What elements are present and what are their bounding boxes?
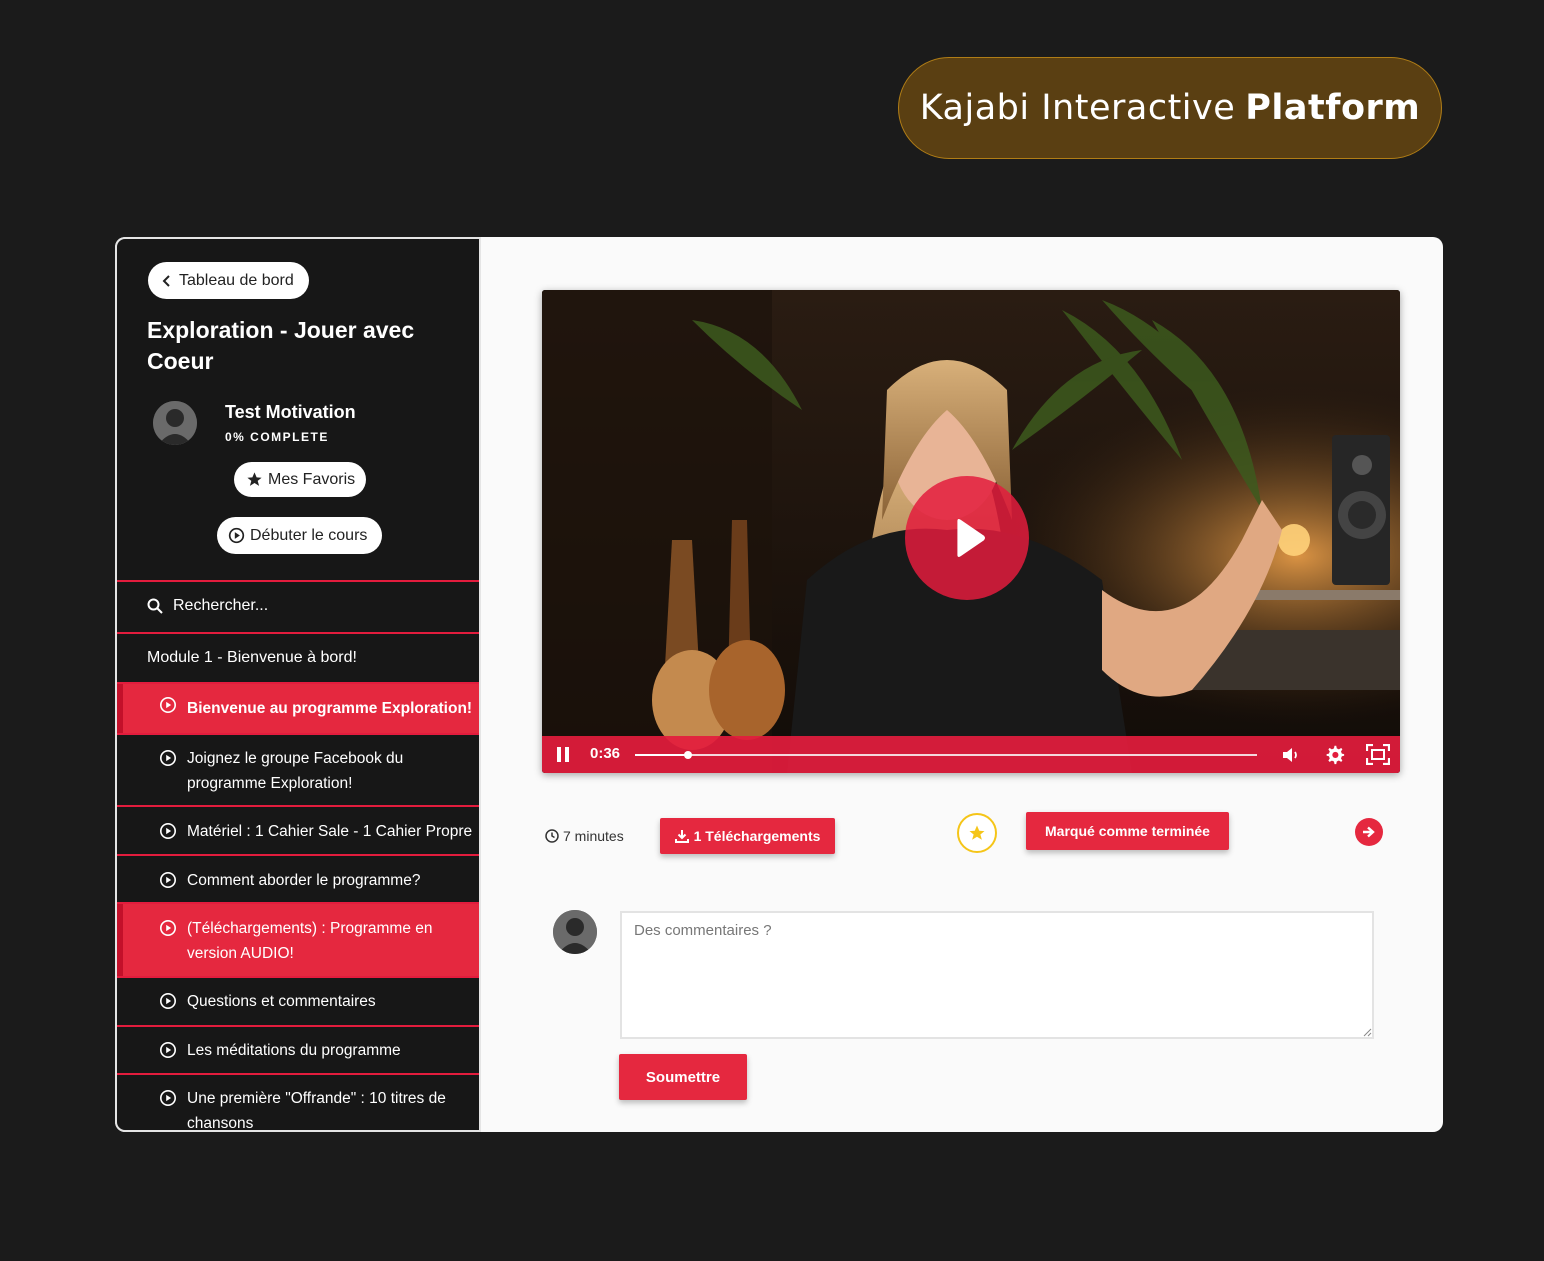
search-icon <box>147 598 163 614</box>
user-avatar <box>153 401 197 445</box>
play-circle-icon <box>159 919 177 937</box>
lesson-item[interactable]: Bienvenue au programme Exploration! <box>117 684 479 733</box>
lesson-item[interactable]: Les méditations du programme <box>117 1038 479 1068</box>
video-timeline[interactable] <box>635 751 1257 759</box>
badge-text-light: Kajabi Interactive <box>919 88 1236 128</box>
search-placeholder: Rechercher... <box>173 597 269 614</box>
lesson-title: Comment aborder le programme? <box>187 872 421 889</box>
volume-icon[interactable] <box>1282 747 1300 763</box>
big-play-button[interactable] <box>905 476 1029 600</box>
play-circle-icon <box>159 871 177 889</box>
lesson-search[interactable]: Rechercher... <box>117 582 479 630</box>
badge-text-bold: Platform <box>1245 88 1421 128</box>
arrow-right-icon <box>1363 826 1375 838</box>
play-circle-icon <box>159 1089 177 1107</box>
play-icon <box>957 519 985 557</box>
mark-complete-label: Marqué comme terminée <box>1045 823 1210 839</box>
lesson-item[interactable]: Questions et commentaires <box>117 989 479 1019</box>
pause-icon[interactable] <box>557 747 570 762</box>
video-timeline-fill <box>635 754 688 756</box>
duration-text: 7 minutes <box>563 828 624 844</box>
video-controls: 0:36 <box>542 736 1400 773</box>
submit-label: Soumettre <box>645 1068 721 1086</box>
favorite-toggle[interactable] <box>957 813 997 853</box>
resize-grip-icon[interactable] <box>1363 1028 1372 1037</box>
divider <box>117 805 479 807</box>
module-title: Module 1 - Bienvenue à bord! <box>147 649 357 666</box>
lesson-item[interactable]: Matériel : 1 Cahier Sale - 1 Cahier Prop… <box>117 819 479 849</box>
app-window: Tableau de bord Exploration - Jouer avec… <box>115 237 1443 1132</box>
lesson-title: Bienvenue au programme Exploration! <box>187 700 473 717</box>
divider <box>117 854 479 856</box>
commenter-avatar <box>553 910 597 954</box>
fullscreen-icon[interactable] <box>1366 744 1390 765</box>
next-lesson-button[interactable] <box>1355 818 1383 846</box>
clock-icon <box>545 829 559 843</box>
download-icon <box>674 830 689 843</box>
lesson-item[interactable]: Une première "Offrande" : 10 titres de c… <box>117 1086 479 1132</box>
user-name: Test Motivation <box>225 402 356 422</box>
platform-badge: Kajabi Interactive Platform <box>898 57 1442 159</box>
play-circle-icon <box>159 749 177 767</box>
favorites-button[interactable]: Mes Favoris <box>234 462 366 497</box>
video-current-time: 0:36 <box>590 745 621 762</box>
course-progress-label: 0% COMPLETE <box>225 430 329 444</box>
lesson-title: Une première "Offrande" : 10 titres de c… <box>187 1090 446 1132</box>
back-to-dashboard-button[interactable]: Tableau de bord <box>148 262 309 299</box>
downloads-label: 1 Téléchargements <box>693 828 821 844</box>
lesson-title: (Téléchargements) : Programme en version… <box>187 920 433 962</box>
user-silhouette-icon <box>553 910 597 954</box>
lesson-item[interactable]: Comment aborder le programme? <box>117 868 479 898</box>
lesson-title: Joignez le groupe Facebook du programme … <box>187 750 404 792</box>
start-course-label: Débuter le cours <box>250 526 368 544</box>
downloads-button[interactable]: 1 Téléchargements <box>660 818 835 854</box>
lesson-title: Les méditations du programme <box>187 1042 401 1059</box>
submit-comment-button[interactable]: Soumettre <box>619 1054 747 1100</box>
lesson-item[interactable]: (Téléchargements) : Programme en version… <box>117 904 479 976</box>
star-icon <box>247 472 262 486</box>
lesson-title: Questions et commentaires <box>187 993 376 1010</box>
video-timeline-handle[interactable] <box>683 751 692 759</box>
favorites-label: Mes Favoris <box>268 470 356 488</box>
module-header[interactable]: Module 1 - Bienvenue à bord! <box>117 634 479 682</box>
lesson-title: Matériel : 1 Cahier Sale - 1 Cahier Prop… <box>187 823 473 840</box>
play-circle-icon <box>159 1041 177 1059</box>
divider <box>117 733 479 735</box>
settings-gear-icon[interactable] <box>1324 744 1345 765</box>
lesson-duration: 7 minutes <box>545 828 624 844</box>
course-sidebar: Tableau de bord Exploration - Jouer avec… <box>115 237 481 1132</box>
lesson-item[interactable]: Joignez le groupe Facebook du programme … <box>117 746 479 806</box>
play-circle-icon <box>159 822 177 840</box>
divider <box>117 976 479 978</box>
play-circle-icon <box>228 527 245 544</box>
play-circle-icon <box>159 696 177 714</box>
divider <box>117 1073 479 1075</box>
user-silhouette-icon <box>153 401 197 445</box>
course-title: Exploration - Jouer avec Coeur <box>147 317 415 374</box>
back-label: Tableau de bord <box>179 271 294 289</box>
play-circle-icon <box>159 992 177 1010</box>
mark-complete-button[interactable]: Marqué comme terminée <box>1026 812 1229 850</box>
start-course-button[interactable]: Débuter le cours <box>217 517 382 554</box>
comment-input[interactable] <box>620 911 1374 1039</box>
divider <box>117 1025 479 1027</box>
star-icon <box>969 825 985 840</box>
video-player[interactable]: 0:36 <box>542 290 1400 773</box>
chevron-left-icon <box>162 274 170 287</box>
